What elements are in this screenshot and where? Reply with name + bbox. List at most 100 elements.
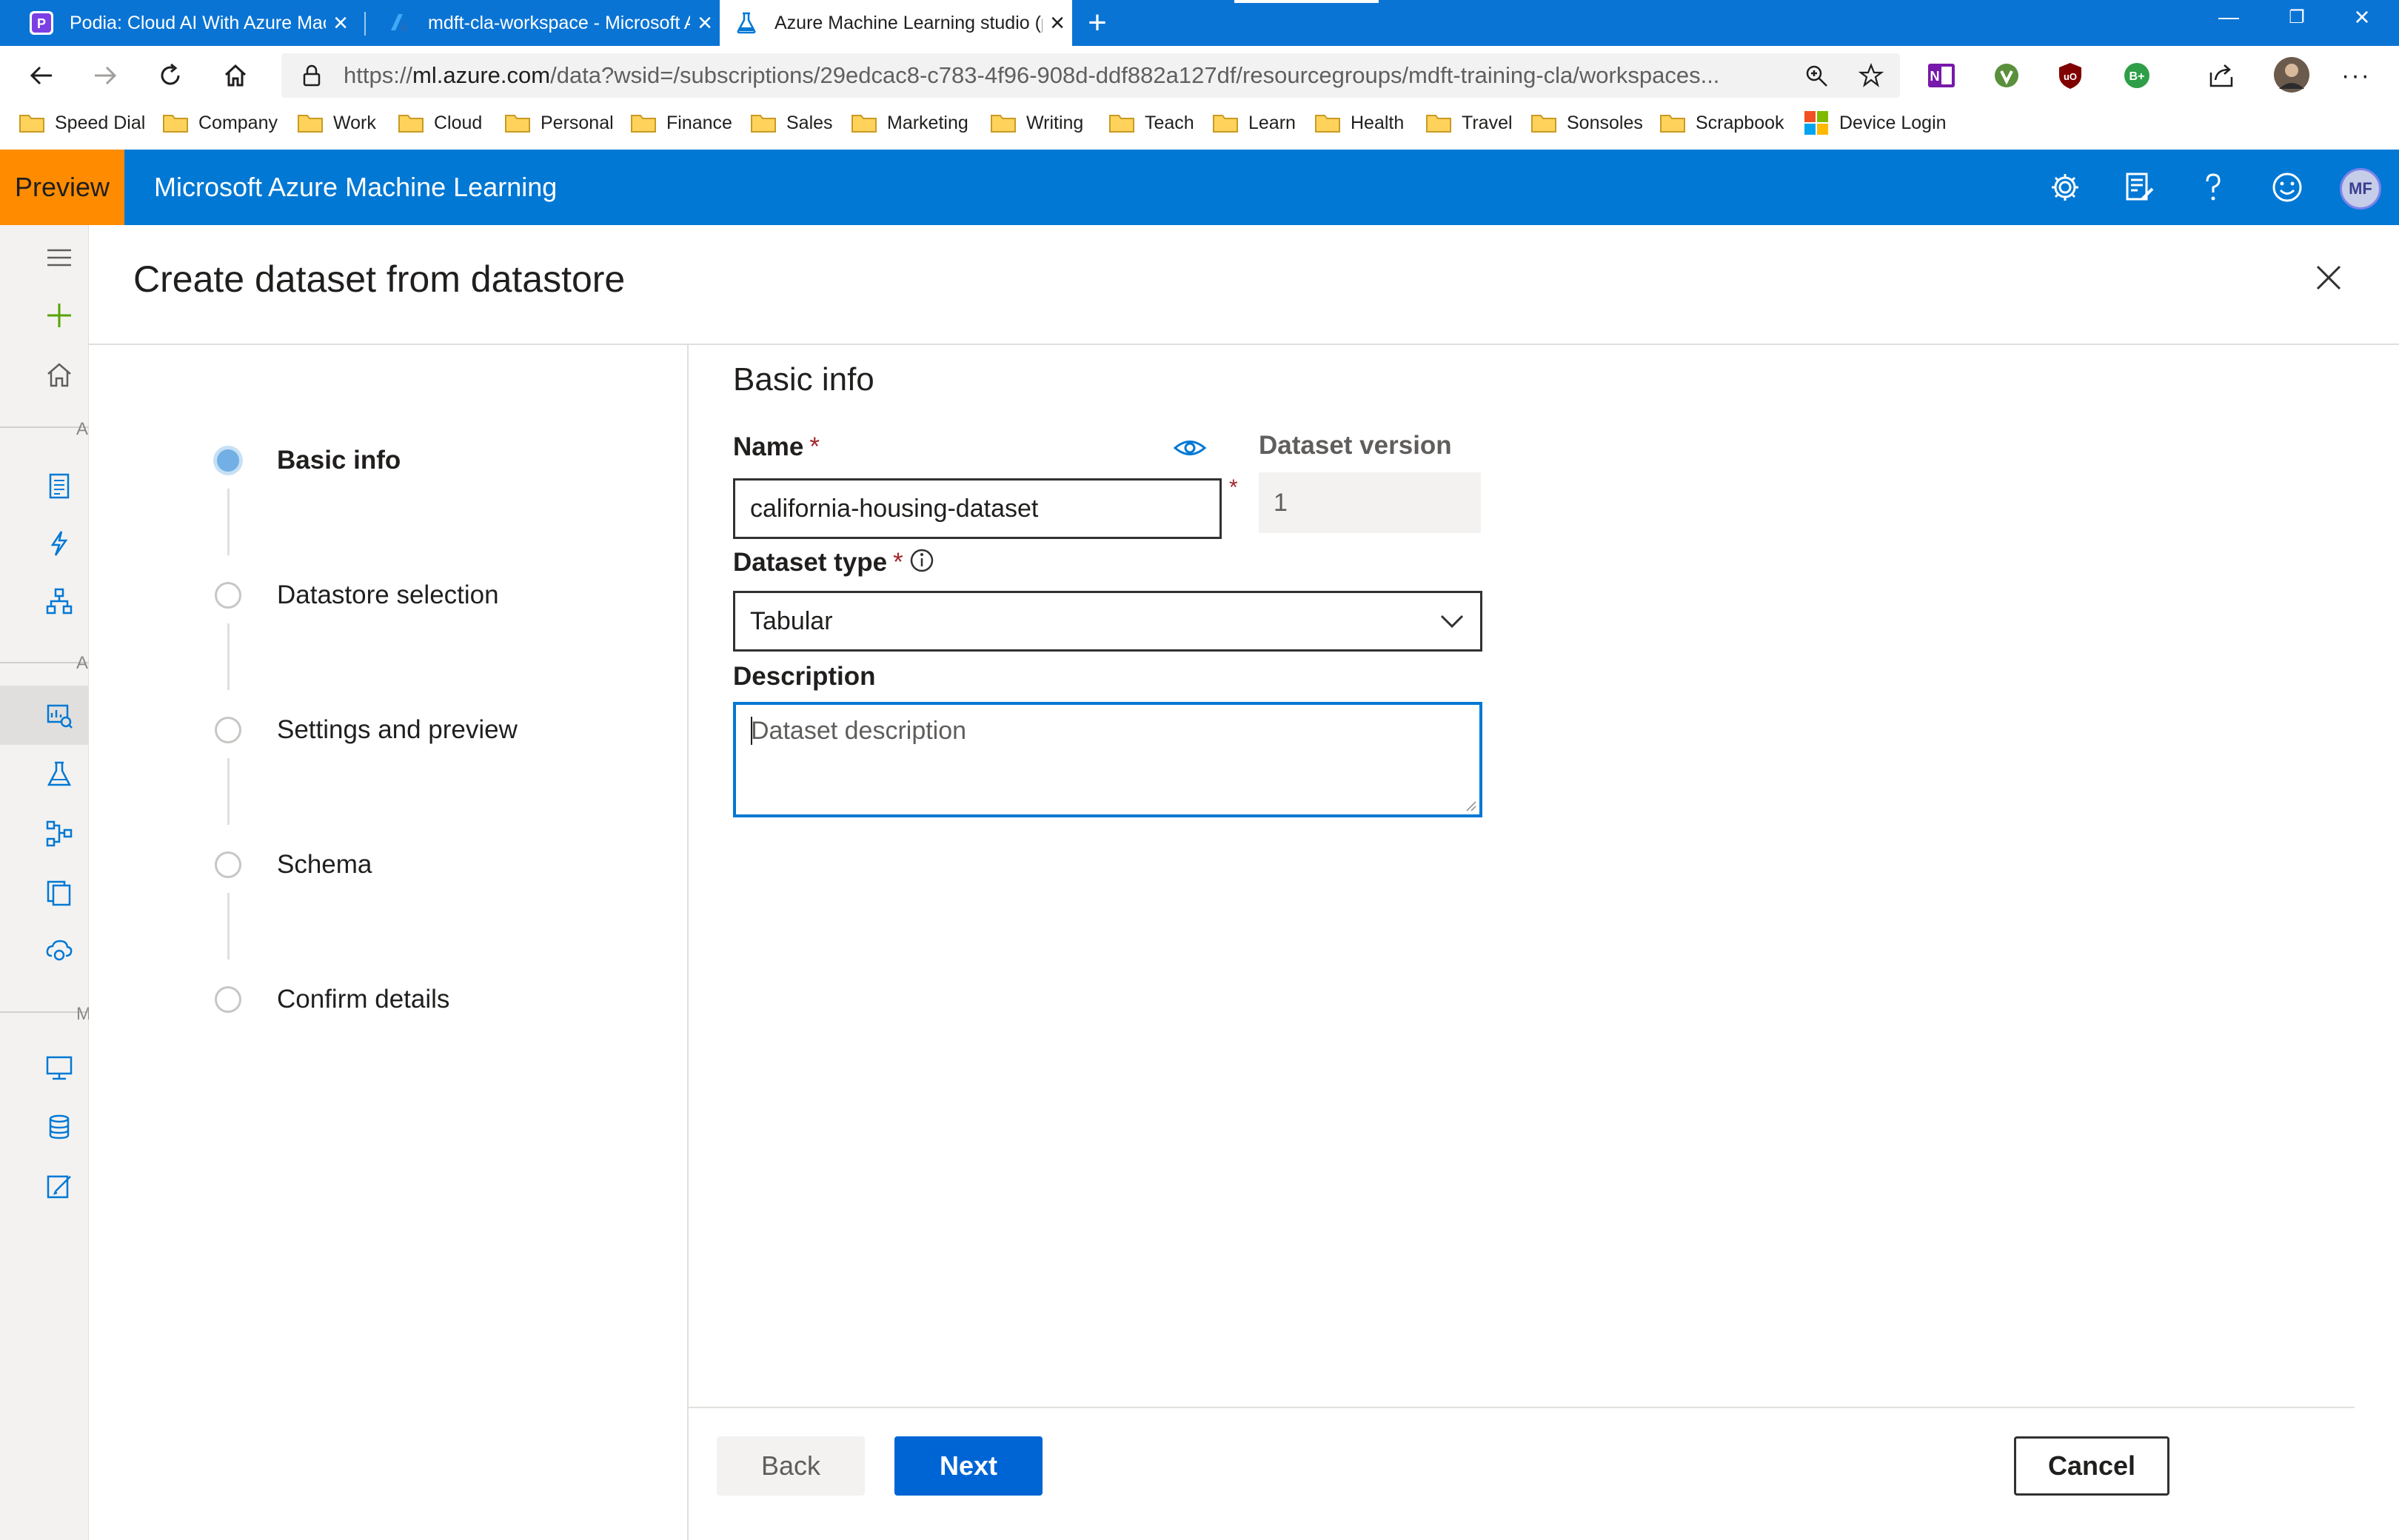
home-icon[interactable]: [43, 358, 76, 391]
panel-divider: [89, 344, 2399, 345]
bookmark-learn[interactable]: Learn: [1213, 105, 1296, 141]
refresh-button[interactable]: [150, 55, 191, 96]
bookmark-marketing[interactable]: Marketing: [851, 105, 968, 141]
automated-ml-icon[interactable]: [43, 527, 76, 560]
close-window-button[interactable]: ×: [2325, 0, 2399, 34]
bookmark-health[interactable]: Health: [1315, 105, 1404, 141]
folder-icon: [851, 115, 877, 133]
bookmark-sales[interactable]: Sales: [751, 105, 833, 141]
arrow-left-icon: [30, 66, 52, 85]
bookmark-label: Learn: [1248, 112, 1296, 133]
browser-tab-azure-portal[interactable]: mdft-cla-workspace - Microsoft Azure ×: [388, 0, 720, 46]
bookmark-label: Company: [198, 112, 278, 133]
browser-tab-podia[interactable]: P Podia: Cloud AI With Azure Machine Lea…: [30, 0, 355, 46]
settings-button[interactable]: [2047, 169, 2084, 206]
rail-divider: [0, 662, 89, 663]
bookmark-label: Sonsoles: [1567, 112, 1643, 133]
required-asterisk: *: [809, 432, 820, 461]
bookmark-teach[interactable]: Teach: [1109, 105, 1194, 141]
notebooks-icon[interactable]: [43, 469, 76, 502]
bookmark-label: Device Login: [1839, 112, 1947, 133]
bookmark-device-login[interactable]: Device Login: [1804, 105, 1947, 141]
url-text[interactable]: https://ml.azure.com/data?wsid=/subscrip…: [344, 53, 1795, 98]
navigation-bar: https://ml.azure.com/data?wsid=/subscrip…: [0, 46, 2399, 105]
notes-icon: [2126, 173, 2154, 201]
forward-nav-button[interactable]: [84, 55, 126, 96]
restore-button[interactable]: ❐: [2260, 0, 2334, 34]
info-icon[interactable]: [909, 548, 934, 573]
bookmark-personal[interactable]: Personal: [505, 105, 614, 141]
dataset-type-dropdown[interactable]: Tabular: [733, 591, 1482, 652]
back-button[interactable]: Back: [717, 1436, 865, 1496]
compute-icon[interactable]: [43, 1051, 76, 1084]
step-schema[interactable]: Schema: [215, 850, 372, 880]
minimize-button[interactable]: —: [2192, 0, 2266, 34]
experiments-flask-icon[interactable]: [43, 758, 76, 791]
step-settings-and-preview[interactable]: Settings and preview: [215, 715, 518, 745]
step-datastore-selection[interactable]: Datastore selection: [215, 580, 499, 610]
feedback-smiley-button[interactable]: [2269, 169, 2306, 206]
more-menu-icon[interactable]: ···: [2341, 61, 2371, 90]
bookmark-scrapbook[interactable]: Scrapbook: [1660, 105, 1784, 141]
tab-close-icon[interactable]: ×: [1043, 10, 1072, 36]
resize-handle-icon[interactable]: [1463, 798, 1476, 811]
step-label: Basic info: [277, 446, 401, 475]
dataset-version-field: 1: [1259, 472, 1481, 533]
hamburger-menu-icon[interactable]: [43, 241, 76, 274]
folder-icon: [298, 115, 323, 133]
ublock-extension-icon[interactable]: uO: [2055, 61, 2085, 90]
description-textarea[interactable]: Dataset description: [733, 702, 1482, 817]
url-host: ml.azure.com: [412, 62, 551, 88]
bookmark-cloud[interactable]: Cloud: [398, 105, 482, 141]
create-new-icon[interactable]: [43, 299, 76, 332]
user-avatar[interactable]: MF: [2340, 168, 2381, 210]
browser-tab-azure-ml-studio[interactable]: Azure Machine Learning studio (preview) …: [720, 0, 1072, 46]
feedback-list-button[interactable]: [2121, 169, 2158, 206]
close-icon[interactable]: [2310, 259, 2347, 296]
bookmark-work[interactable]: Work: [298, 105, 376, 141]
back-nav-button[interactable]: [21, 55, 62, 96]
step-connector: [227, 489, 230, 555]
pipelines-icon[interactable]: [43, 817, 76, 850]
bookmark-speed-dial[interactable]: Speed Dial: [19, 105, 145, 141]
tab-title: mdft-cla-workspace - Microsoft Azure: [428, 12, 690, 33]
bookmark-sonsoles[interactable]: Sonsoles: [1531, 105, 1643, 141]
step-confirm-details[interactable]: Confirm details: [215, 985, 449, 1014]
step-basic-info[interactable]: Basic info: [215, 446, 401, 475]
bookmark-finance[interactable]: Finance: [631, 105, 732, 141]
tab-close-icon[interactable]: ×: [326, 10, 355, 36]
app-title[interactable]: Microsoft Azure Machine Learning: [154, 150, 557, 225]
datasets-icon[interactable]: [43, 699, 76, 732]
endpoints-icon[interactable]: [43, 934, 76, 967]
bookmark-travel[interactable]: Travel: [1426, 105, 1513, 141]
address-bar[interactable]: https://ml.azure.com/data?wsid=/subscrip…: [281, 53, 1900, 98]
cancel-button[interactable]: Cancel: [2014, 1436, 2169, 1496]
rail-divider: [0, 426, 89, 428]
step-connector: [227, 623, 230, 690]
next-button[interactable]: Next: [894, 1436, 1043, 1496]
new-tab-button[interactable]: +: [1075, 0, 1120, 46]
bplus-extension-icon[interactable]: B+: [2122, 61, 2152, 90]
bookmark-company[interactable]: Company: [163, 105, 278, 141]
favorite-star-icon[interactable]: [1858, 63, 1884, 88]
svg-text:B+: B+: [2129, 70, 2145, 83]
bookmark-writing[interactable]: Writing: [991, 105, 1083, 141]
zoom-icon[interactable]: [1804, 63, 1829, 88]
help-button[interactable]: [2195, 169, 2232, 206]
datastores-icon[interactable]: [43, 1111, 76, 1143]
name-input[interactable]: california-housing-dataset: [733, 478, 1222, 539]
data-labeling-icon[interactable]: [43, 1170, 76, 1202]
tab-close-icon[interactable]: ×: [690, 10, 720, 36]
onenote-extension-icon[interactable]: N: [1927, 61, 1956, 90]
rail-divider: [0, 1011, 89, 1013]
home-button[interactable]: [215, 55, 256, 96]
folder-icon: [1531, 115, 1556, 133]
models-icon[interactable]: [43, 877, 76, 909]
designer-icon[interactable]: [43, 585, 76, 617]
refresh-icon: [161, 63, 180, 85]
extension-shield-green-icon[interactable]: [1992, 61, 2021, 90]
share-button[interactable]: [2206, 61, 2236, 90]
url-prefix: https://: [344, 62, 413, 88]
profile-avatar[interactable]: [2273, 56, 2310, 93]
eye-icon[interactable]: [1173, 431, 1207, 465]
